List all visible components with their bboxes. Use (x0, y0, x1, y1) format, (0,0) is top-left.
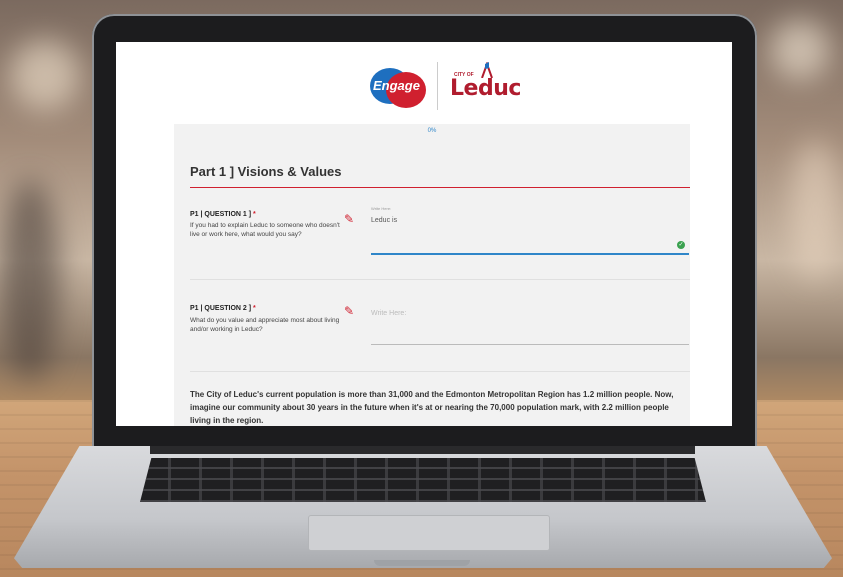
survey-form: 0% Part 1 ] Visions & Values P1 | QUESTI… (174, 124, 690, 426)
required-marker: * (253, 211, 256, 218)
section-title: Part 1 ] Visions & Values (190, 164, 342, 179)
check-icon: ✓ (677, 241, 685, 249)
question-2-text: What do you value and appreciate most ab… (190, 317, 340, 333)
question-divider (190, 279, 690, 280)
lid-notch (374, 560, 470, 566)
question-1-title-text: P1 | QUESTION 1 ] (190, 211, 252, 218)
bokeh-light (790, 140, 840, 280)
required-marker: * (253, 305, 256, 312)
keyboard-rows (140, 458, 706, 502)
bokeh-light (770, 20, 830, 80)
question-2-input-underline (371, 344, 689, 345)
progress-percent: 0% (427, 128, 437, 134)
question-1-title: P1 | QUESTION 1 ] * (190, 211, 256, 218)
question-2-title: P1 | QUESTION 2 ] * (190, 305, 256, 312)
engage-logo-text: Engage (373, 78, 420, 93)
city-leduc-logo[interactable]: Leduc (450, 76, 521, 101)
engage-logo[interactable]: Engage (370, 68, 428, 108)
section-underline (190, 187, 690, 188)
question-2-title-text: P1 | QUESTION 2 ] (190, 305, 252, 312)
pencil-icon: ✎ (344, 304, 355, 318)
question-1-field-label: Write Here: (371, 206, 392, 211)
bokeh-dark (0, 180, 60, 380)
question-1-input-underline (371, 253, 689, 255)
pencil-icon: ✎ (344, 212, 355, 226)
trackpad (308, 515, 550, 551)
question-1-input[interactable]: Leduc is (371, 217, 397, 224)
intro-paragraph: The City of Leduc's current population i… (190, 390, 674, 425)
site-header: Engage CITY OF Leduc (116, 42, 732, 122)
question-1-text: If you had to explain Leduc to someone w… (190, 222, 340, 238)
bokeh-light (10, 40, 80, 110)
question-2-input[interactable]: Write Here: (371, 310, 406, 317)
laptop-screen: Engage CITY OF Leduc 0% Part 1 ] Visions… (116, 42, 732, 426)
laptop-hinge (150, 446, 695, 454)
question-divider (190, 371, 690, 372)
logo-divider (437, 62, 438, 110)
